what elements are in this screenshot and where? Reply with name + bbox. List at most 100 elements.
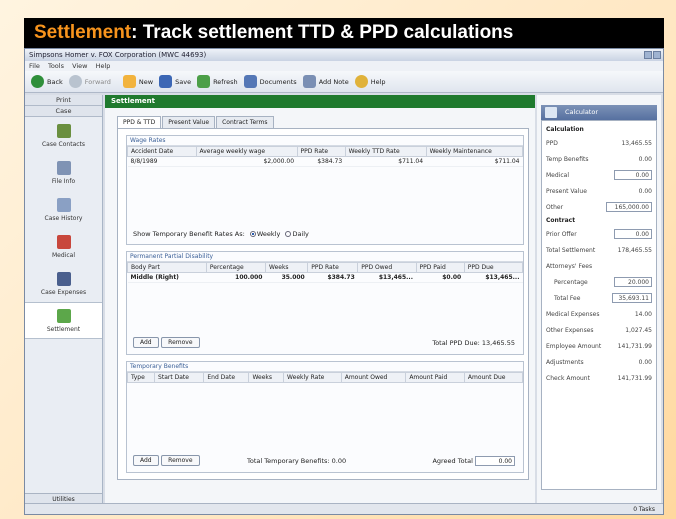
temp-buttons: Add Remove [133, 455, 200, 466]
tab-present-value[interactable]: Present Value [162, 116, 216, 128]
app-window: Simpsons Homer v. FOX Corporation (MWC 4… [24, 48, 664, 515]
save-button[interactable]: Save [159, 75, 191, 88]
sidebar-item-case-contacts[interactable]: Case Contacts [25, 117, 102, 154]
sidebar-item-case-expenses[interactable]: Case Expenses [25, 265, 102, 302]
documents-button[interactable]: Documents [243, 75, 297, 88]
table-cell[interactable]: 8/8/1989 [127, 156, 196, 167]
sidebar-item-settlement[interactable]: Settlement [25, 302, 102, 339]
history-pencil-icon [56, 197, 71, 212]
calc-row-total-fee: Total Fee 35,693.11 [546, 290, 652, 306]
add-note-button[interactable]: Add Note [302, 75, 349, 88]
column-header: Amount Paid [405, 372, 465, 383]
calc-row-ppd: PPD 13,465.55 [546, 139, 652, 147]
temp-benefits-group: Temporary Benefits Type Start Date End D… [126, 361, 524, 473]
column-header: PPD Paid [415, 262, 465, 273]
temp-total-label: Total Temporary Benefits: [247, 457, 330, 465]
medical-field[interactable]: 0.00 [614, 170, 652, 180]
table-cell[interactable]: $13,465... [464, 272, 523, 283]
prior-offer-field[interactable]: 0.00 [614, 229, 652, 239]
table-cell[interactable]: 100.000 [206, 272, 266, 283]
ppd-table: Body Part Percentage Weeks PPD Rate PPD … [127, 262, 524, 283]
calc-row-medical-expenses: Medical Expenses 14.00 [546, 310, 652, 318]
column-header: PPD Due [463, 262, 524, 273]
headline-accent: Settlement [34, 22, 132, 43]
documents-icon [243, 75, 257, 88]
column-header: End Date [203, 372, 250, 383]
back-arrow-icon [31, 75, 44, 88]
column-header: Weekly Rate [283, 372, 342, 383]
percentage-field[interactable]: 20.000 [614, 277, 652, 287]
headline-banner: Settlement: Track settlement TTD & PPD c… [24, 18, 664, 48]
menu-bar: File Tools View Help [25, 61, 663, 71]
column-header: PPD Owed [357, 262, 417, 273]
temp-remove-button[interactable]: Remove [161, 455, 200, 466]
agreed-total-field[interactable]: 0.00 [475, 456, 515, 466]
menu-help[interactable]: Help [96, 62, 111, 70]
calc-row-attorneys-fees: Attorneys' Fees [546, 262, 593, 270]
column-header: Start Date [154, 372, 205, 383]
help-icon [354, 75, 368, 88]
money-icon [56, 308, 71, 323]
table-cell[interactable]: $2,000.00 [196, 156, 298, 167]
total-fee-field[interactable]: 35,693.11 [612, 293, 652, 303]
menu-file[interactable]: File [29, 62, 40, 70]
other-field[interactable]: 165,000.00 [606, 202, 652, 212]
weekly-radio[interactable] [249, 231, 256, 237]
table-cell[interactable]: 35.000 [265, 272, 308, 283]
forward-button[interactable]: Forward [68, 75, 111, 88]
ppd-add-button[interactable]: Add [133, 337, 159, 348]
minimize-icon[interactable] [644, 51, 652, 59]
note-pencil-icon [302, 75, 316, 88]
table-cell[interactable]: $711.04 [345, 156, 427, 167]
tab-ppd-ttd[interactable]: PPD & TTD [117, 116, 162, 128]
new-button[interactable]: New [122, 75, 153, 88]
table-row[interactable]: 8/8/1989 $2,000.00 $384.73 $711.04 $711.… [127, 156, 523, 167]
print-header[interactable]: Print [25, 95, 102, 106]
rate-display-options: Show Temporary Benefit Rates As: Weekly … [133, 230, 309, 238]
column-header: Weekly Maintenance [425, 146, 524, 157]
daily-radio[interactable] [285, 231, 292, 237]
section-title-bar: Settlement [105, 95, 535, 108]
calc-row-present-value: Present Value 0.00 [546, 187, 652, 195]
table-cell[interactable]: $711.04 [426, 156, 523, 167]
temp-total: Total Temporary Benefits: 0.00 [247, 457, 346, 465]
ppd-total-value: 13,465.55 [481, 339, 515, 347]
column-header: Weekly TTD Rate [344, 146, 427, 157]
help-button[interactable]: Help [354, 75, 386, 88]
ppd-remove-button[interactable]: Remove [161, 337, 200, 348]
column-header: Weeks [248, 372, 285, 383]
sidebar-item-medical[interactable]: Medical [25, 228, 102, 265]
calc-row-other-expenses: Other Expenses 1,027.45 [546, 326, 652, 334]
close-icon[interactable] [653, 51, 661, 59]
calc-row-medical: Medical 0.00 [546, 167, 652, 183]
sidebar-item-case-history[interactable]: Case History [25, 191, 102, 228]
calculation-section-title: Calculation [546, 126, 584, 133]
table-row[interactable]: Middle (Right) 100.000 35.000 $384.73 $1… [127, 272, 523, 283]
table-cell[interactable]: Middle (Right) [127, 272, 207, 283]
sidebar-item-file-info[interactable]: File Info [25, 154, 102, 191]
temp-add-button[interactable]: Add [133, 455, 159, 466]
table-cell[interactable]: $384.73 [297, 156, 346, 167]
medical-cross-icon [56, 234, 71, 249]
agreed-total: Agreed Total 0.00 [432, 456, 515, 466]
table-cell[interactable]: $0.00 [416, 272, 465, 283]
refresh-button[interactable]: Refresh [197, 75, 238, 88]
contacts-icon [56, 123, 71, 138]
ppd-group: Permanent Partial Disability Body Part P… [126, 251, 524, 355]
menu-tools[interactable]: Tools [48, 62, 64, 70]
wage-rates-group: Wage Rates Accident Date Average weekly … [126, 135, 524, 245]
toolbar: Back Forward New Save Refresh Documents … [25, 71, 663, 93]
tasks-status[interactable]: 0 Tasks [633, 506, 655, 513]
back-button[interactable]: Back [31, 75, 63, 88]
new-document-icon [122, 75, 136, 88]
ppd-title: Permanent Partial Disability [127, 252, 523, 262]
column-header: Accident Date [127, 146, 197, 157]
table-cell[interactable]: $384.73 [307, 272, 358, 283]
menu-view[interactable]: View [72, 62, 87, 70]
case-header[interactable]: Case [25, 106, 102, 117]
show-rates-label: Show Temporary Benefit Rates As: [133, 230, 245, 238]
tab-contract-terms[interactable]: Contract Terms [216, 116, 274, 128]
calc-row-employee-amount: Employee Amount 141,731.99 [546, 342, 652, 350]
table-cell[interactable]: $13,465... [357, 272, 416, 283]
column-header: Amount Owed [340, 372, 407, 383]
